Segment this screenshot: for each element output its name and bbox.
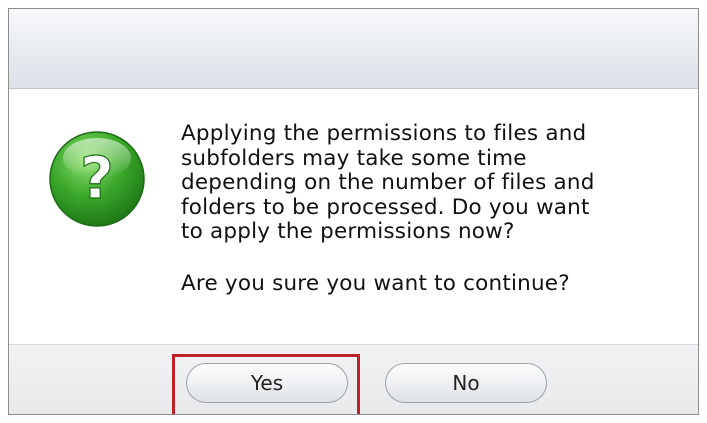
message-line-5: to apply the permissions now? [181,219,515,244]
message-line-4: folders to be processed. Do you want [181,194,590,220]
confirm-question: Are you sure you want to continue? [181,270,570,296]
message-line-1: Applying the permissions to files and [181,121,587,146]
confirm-dialog: ? Applying the permissions to files and … [8,8,699,415]
message-line-3: depending on the number of files and [181,170,595,195]
question-icon: ? [49,131,145,227]
no-button[interactable]: No [385,363,547,403]
yes-button[interactable]: Yes [186,363,348,403]
dialog-footer: Yes No [9,344,698,414]
message-line-2: subfolders may take some time [181,145,527,171]
dialog-titlebar [9,9,698,89]
dialog-body: ? Applying the permissions to files and … [9,89,698,344]
svg-text:?: ? [80,144,114,212]
dialog-message: Applying the permissions to files and su… [181,121,681,296]
